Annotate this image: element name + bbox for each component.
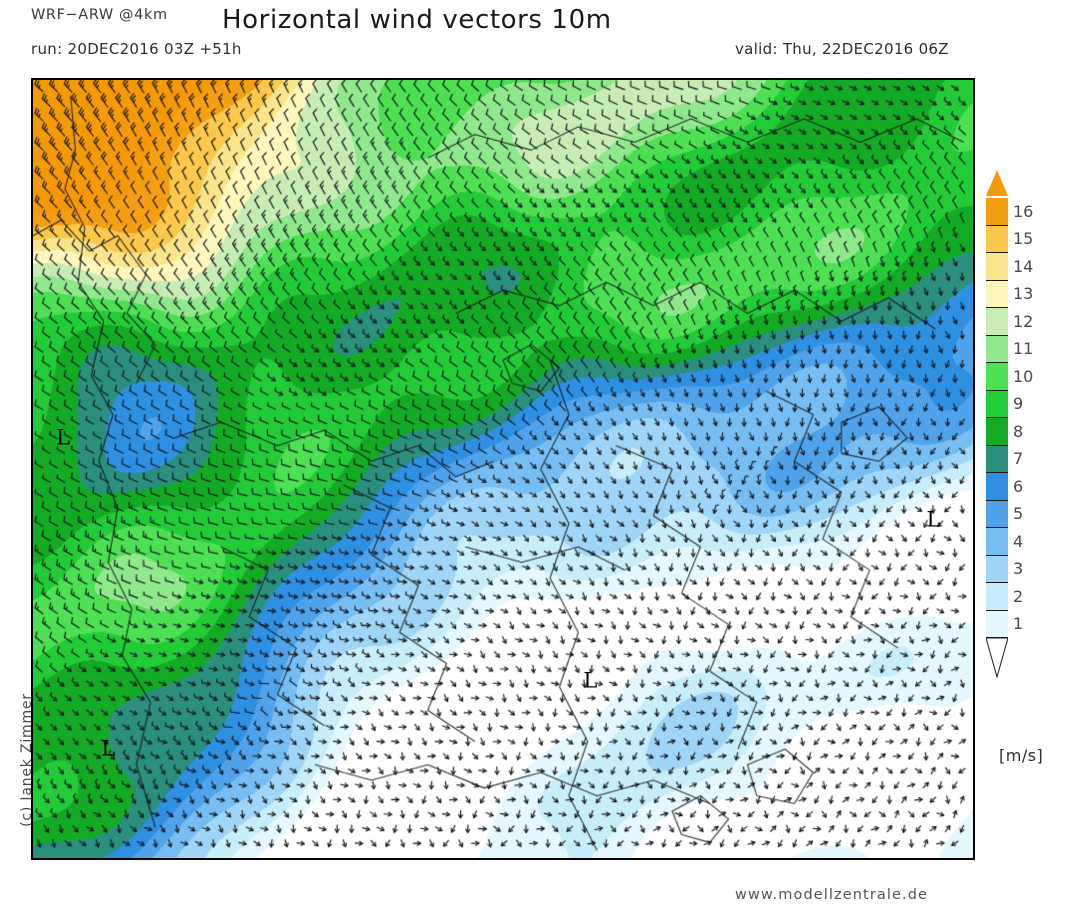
colorbar-band-15: [986, 225, 1008, 253]
colorbar-band-10: [986, 363, 1008, 391]
pressure-marker-low-2: L: [101, 736, 116, 761]
page-title: Horizontal wind vectors 10m: [222, 5, 612, 35]
colorbar-tick-5: 5: [1013, 504, 1024, 524]
colorbar-band-1: [986, 610, 1008, 638]
colorbar-tick-2: 2: [1013, 586, 1024, 606]
colorbar-tick-12: 12: [1013, 311, 1034, 331]
source-url-label: www.modellzentrale.de: [735, 887, 929, 903]
colorbar-band-11: [986, 335, 1008, 363]
colorbar-band-16: [986, 198, 1008, 226]
colorbar-tick-15: 15: [1013, 229, 1034, 249]
colorbar-tick-14: 14: [1013, 256, 1034, 276]
run-label: run: 20DEC2016 03Z +51h: [31, 40, 242, 58]
colorbar-tick-13: 13: [1013, 284, 1034, 304]
colorbar-tick-8: 8: [1013, 421, 1024, 441]
colorbar-band-5: [986, 500, 1008, 528]
colorbar-band-7: [986, 445, 1008, 473]
colorbar-tick-6: 6: [1013, 476, 1024, 496]
colorbar-over-arrow: [986, 170, 1008, 196]
wind-barb-overlay: [33, 80, 973, 858]
colorbar-unit-label: [m/s]: [999, 746, 1044, 765]
colorbar-band-12: [986, 308, 1008, 336]
colorbar-band-2: [986, 583, 1008, 611]
colorbar-band-9: [986, 390, 1008, 418]
colorbar-band-8: [986, 418, 1008, 446]
header: WRF−ARW @4km Horizontal wind vectors 10m…: [0, 0, 1080, 76]
colorbar-band-3: [986, 555, 1008, 583]
colorbar-bands: [986, 198, 1008, 638]
colorbar-tick-4: 4: [1013, 531, 1024, 551]
colorbar-band-4: [986, 528, 1008, 556]
colorbar: 16 15 14 13 12 11 10 9 8 7 6 5 4 3 2 1 [m/s]: [986, 170, 1080, 870]
colorbar-band-14: [986, 253, 1008, 281]
model-label: WRF−ARW @4km: [31, 7, 168, 23]
colorbar-tick-3: 3: [1013, 559, 1024, 579]
valid-label: valid: Thu, 22DEC2016 06Z: [735, 40, 949, 58]
colorbar-tick-7: 7: [1013, 449, 1024, 469]
pressure-marker-low-4: L: [926, 507, 941, 532]
pressure-marker-low-3: L: [583, 668, 598, 693]
colorbar-band-13: [986, 280, 1008, 308]
pressure-marker-low-1: L: [56, 425, 71, 450]
map-plot-area[interactable]: L L L L: [31, 78, 975, 860]
colorbar-tick-16: 16: [1013, 201, 1034, 221]
colorbar-tick-9: 9: [1013, 394, 1024, 414]
colorbar-band-6: [986, 473, 1008, 501]
colorbar-tick-11: 11: [1013, 339, 1034, 359]
colorbar-under-arrow: [986, 638, 1008, 678]
colorbar-tick-1: 1: [1013, 614, 1024, 634]
colorbar-tick-10: 10: [1013, 366, 1034, 386]
